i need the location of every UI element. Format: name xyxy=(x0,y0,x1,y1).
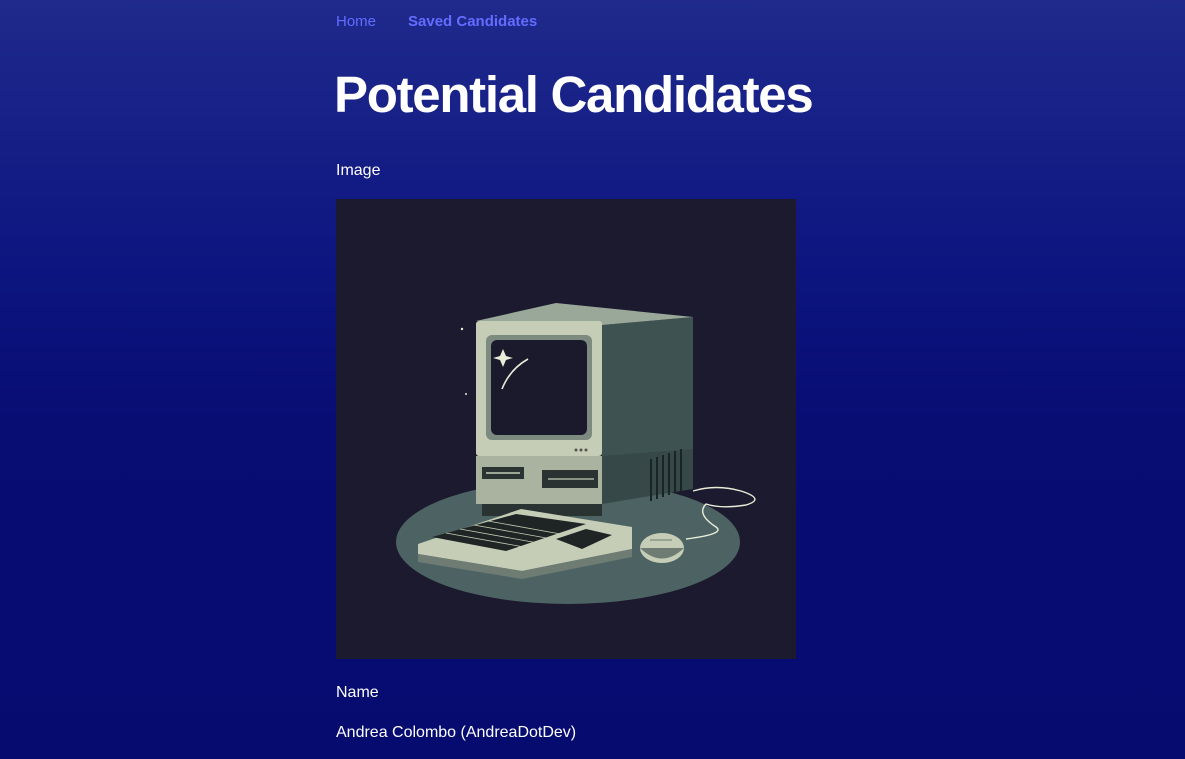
candidate-name: Andrea Colombo (AndreaDotDev) xyxy=(336,724,577,741)
name-label: Name xyxy=(336,684,379,701)
nav-home-link[interactable]: Home xyxy=(336,13,376,30)
image-label: Image xyxy=(336,162,381,179)
candidate-avatar xyxy=(336,199,796,659)
nav-saved-candidates-link[interactable]: Saved Candidates xyxy=(408,13,537,30)
retro-computer-illustration xyxy=(396,303,756,604)
page-title: Potential Candidates xyxy=(334,66,814,123)
top-nav: Home Saved Candidates xyxy=(336,13,537,30)
